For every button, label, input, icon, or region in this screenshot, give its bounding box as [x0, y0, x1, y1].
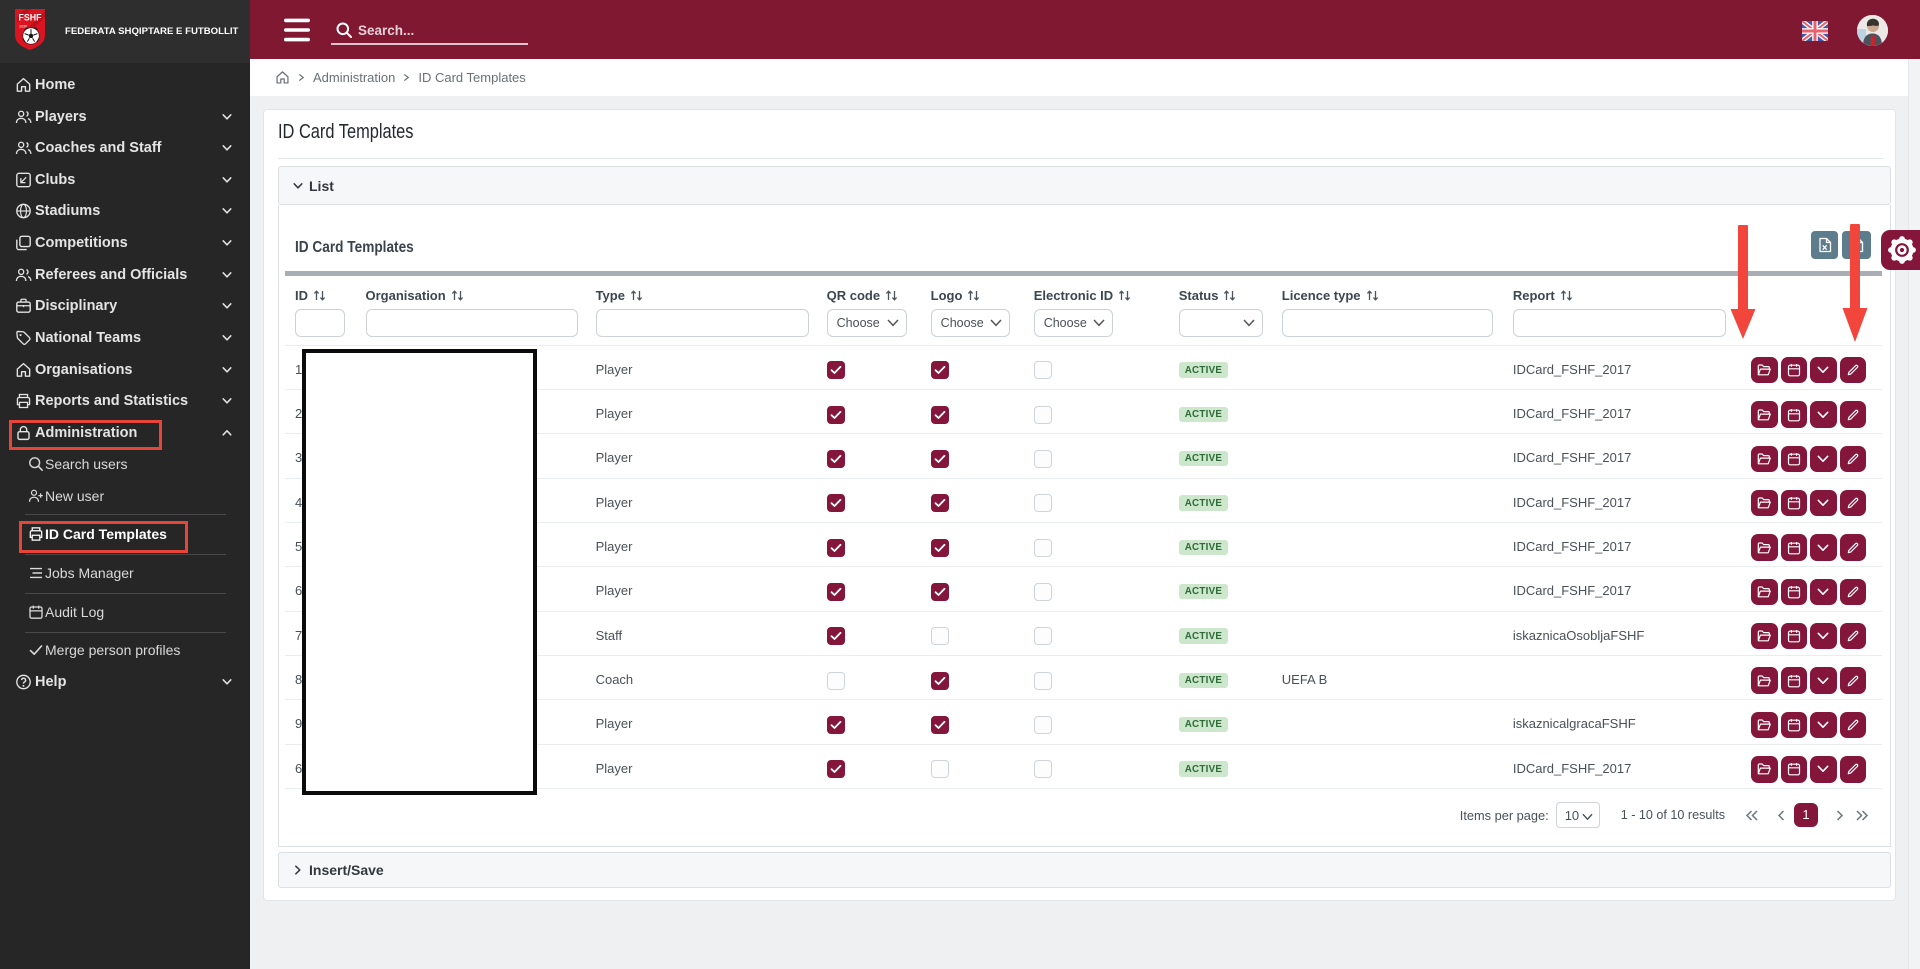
svg-text:FSHF: FSHF [19, 13, 43, 23]
